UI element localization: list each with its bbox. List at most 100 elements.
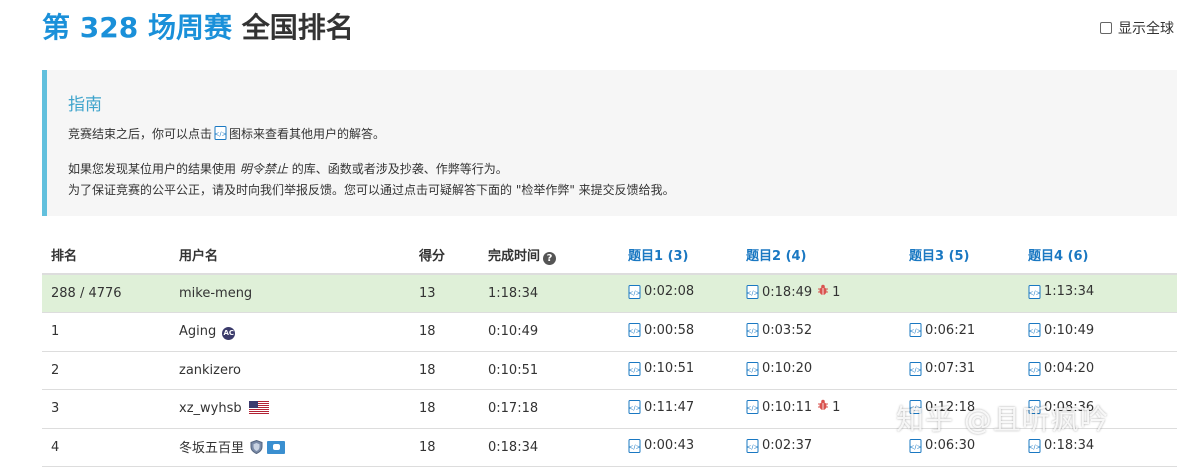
my-rank-row: 288 / 4776 mike-meng 13 1:18:34 </> 0:02:08 </… bbox=[42, 274, 1177, 313]
code-file-icon[interactable]: </> bbox=[1028, 323, 1041, 337]
region-flag-icon bbox=[267, 440, 286, 454]
username-link[interactable]: Aging bbox=[179, 324, 216, 339]
solve-time: 0:04:20 bbox=[1044, 361, 1095, 376]
code-file-icon[interactable]: </> bbox=[746, 400, 759, 415]
solve-time: 0:00:58 bbox=[644, 322, 695, 338]
code-file-icon[interactable]: </> bbox=[746, 438, 759, 453]
score-cell: 18 bbox=[410, 428, 479, 467]
show-global-checkbox[interactable] bbox=[1100, 22, 1112, 34]
code-file-icon[interactable]: </> bbox=[628, 361, 641, 376]
solve-time: 0:06:21 bbox=[925, 322, 976, 338]
question-cell: </> 0:10:51 bbox=[619, 351, 737, 390]
solve-time: 0:10:51 bbox=[644, 361, 695, 376]
code-file-icon[interactable]: </> bbox=[628, 438, 641, 453]
us-flag-icon bbox=[242, 401, 269, 416]
page-title: 第 328 场周赛 全国排名 bbox=[42, 6, 354, 46]
svg-text:</>: </> bbox=[909, 366, 922, 374]
solve-time: 0:18:49 bbox=[762, 284, 813, 300]
finish-time-cell: 0:10:49 bbox=[479, 312, 619, 352]
code-file-icon[interactable]: </> bbox=[628, 323, 641, 337]
svg-text:</>: </> bbox=[1028, 327, 1041, 335]
guide-line-2: 如果您发现某位用户的结果使用 明令禁止 的库、函数或者涉及抄袭、作弊等行为。 bbox=[68, 159, 1177, 180]
username-link[interactable]: xz_wyhsb bbox=[179, 401, 242, 416]
code-file-icon[interactable]: </> bbox=[746, 323, 759, 337]
code-file-icon[interactable]: </> bbox=[909, 323, 922, 337]
wrong-attempts: 1 bbox=[832, 284, 841, 300]
solve-time: 0:02:08 bbox=[644, 284, 695, 300]
guide-line-1: 竞赛结束之后，你可以点击 </> 图标来查看其他用户的解答。 bbox=[68, 124, 1177, 145]
code-file-icon[interactable]: </> bbox=[909, 438, 922, 453]
header-finish-time-label: 完成时间 bbox=[488, 248, 541, 264]
header-finish-time: 完成时间? bbox=[479, 236, 619, 275]
svg-text:</>: </> bbox=[628, 327, 641, 335]
solve-time: 0:11:47 bbox=[644, 399, 695, 415]
guide-heading: 指南 bbox=[68, 95, 102, 115]
solve-time: 0:10:11 bbox=[762, 399, 813, 415]
header-question-2[interactable]: 题目2 (4) bbox=[737, 236, 900, 275]
svg-text:</>: </> bbox=[746, 404, 759, 412]
show-global-toggle[interactable]: 显示全球 bbox=[1100, 18, 1174, 38]
header-user: 用户名 bbox=[170, 236, 410, 275]
ac-badge-icon: AC bbox=[222, 326, 236, 340]
svg-text:</>: </> bbox=[628, 404, 641, 412]
svg-text:</>: </> bbox=[909, 327, 922, 335]
rank-cell: 4 bbox=[42, 428, 170, 467]
guide-line-3: 为了保证竞赛的公平公正，请及时向我们举报反馈。您可以通过点击可疑解答下面的 "检… bbox=[68, 183, 675, 197]
shield-badge-icon bbox=[250, 439, 263, 458]
question-cell: </> 0:10:49 bbox=[1019, 312, 1177, 352]
svg-text:</>: </> bbox=[909, 443, 922, 451]
guide-line-1-pre: 竞赛结束之后，你可以点击 bbox=[68, 127, 213, 141]
code-file-icon: </> bbox=[214, 126, 227, 140]
question-cell: </> 0:02:08 bbox=[619, 274, 737, 313]
header-question-3[interactable]: 题目3 (5) bbox=[900, 236, 1019, 275]
svg-text:</>: </> bbox=[746, 289, 759, 297]
solve-time: 0:10:20 bbox=[762, 361, 813, 376]
username-link[interactable]: zankizero bbox=[179, 363, 241, 378]
solve-time: 0:00:43 bbox=[644, 438, 695, 453]
user-cell: Aging AC bbox=[170, 312, 410, 352]
username-link[interactable]: 冬坂五百里 bbox=[179, 441, 244, 456]
svg-text:</>: </> bbox=[1028, 366, 1041, 374]
svg-text:</>: </> bbox=[1028, 443, 1041, 451]
code-file-icon[interactable]: </> bbox=[628, 284, 641, 299]
guide-panel: 指南 竞赛结束之后，你可以点击 </> 图标来查看其他用户的解答。 如果您发现某位用… bbox=[42, 70, 1177, 216]
contest-title: 第 328 场周赛 bbox=[42, 11, 232, 44]
svg-text:</>: </> bbox=[628, 366, 641, 374]
wrong-attempts: 1 bbox=[832, 399, 841, 415]
solve-time: 0:10:49 bbox=[1044, 322, 1095, 338]
code-file-icon[interactable]: </> bbox=[1028, 438, 1041, 453]
header-score: 得分 bbox=[410, 236, 479, 275]
ranking-title: 全国排名 bbox=[241, 11, 354, 44]
user-cell: xz_wyhsb bbox=[170, 389, 410, 429]
solve-time: 1:13:34 bbox=[1044, 284, 1095, 300]
code-file-icon[interactable]: </> bbox=[746, 285, 759, 299]
header-question-4[interactable]: 题目4 (6) bbox=[1019, 236, 1177, 275]
svg-text:</>: </> bbox=[746, 443, 759, 451]
solve-time: 0:18:34 bbox=[1044, 438, 1095, 453]
show-global-label: 显示全球 bbox=[1118, 21, 1174, 37]
score-cell: 18 bbox=[410, 351, 479, 390]
rank-cell: 3 bbox=[42, 389, 170, 429]
question-circle-icon[interactable]: ? bbox=[543, 251, 557, 265]
code-file-icon[interactable]: </> bbox=[746, 361, 759, 376]
svg-text:</>: </> bbox=[1028, 289, 1041, 297]
solve-time: 0:07:31 bbox=[925, 361, 976, 376]
watermark: 知乎 @且听疯吟 bbox=[896, 403, 1109, 436]
code-file-icon[interactable]: </> bbox=[1028, 284, 1041, 299]
username-link[interactable]: mike-meng bbox=[179, 286, 252, 301]
question-cell: </> 0:03:52 bbox=[737, 312, 900, 352]
code-file-icon[interactable]: </> bbox=[628, 400, 641, 414]
user-cell: mike-meng bbox=[170, 274, 410, 313]
solve-time: 0:02:37 bbox=[762, 438, 813, 453]
code-file-icon[interactable]: </> bbox=[909, 361, 922, 376]
finish-time-cell: 1:18:34 bbox=[479, 274, 619, 313]
solve-time: 0:03:52 bbox=[762, 322, 813, 338]
rank-cell: 2 bbox=[42, 351, 170, 390]
rank-cell: 1 bbox=[42, 312, 170, 352]
guide-line-2-emphasis: 明令禁止 bbox=[239, 162, 288, 176]
table-header-row: 排名 用户名 得分 完成时间? 题目1 (3) 题目2 (4) 题目3 (5) … bbox=[42, 236, 1177, 275]
header-question-1[interactable]: 题目1 (3) bbox=[619, 236, 737, 275]
question-cell: </> 0:10:20 bbox=[737, 351, 900, 390]
code-file-icon[interactable]: </> bbox=[1028, 361, 1041, 376]
bug-icon bbox=[817, 284, 829, 300]
